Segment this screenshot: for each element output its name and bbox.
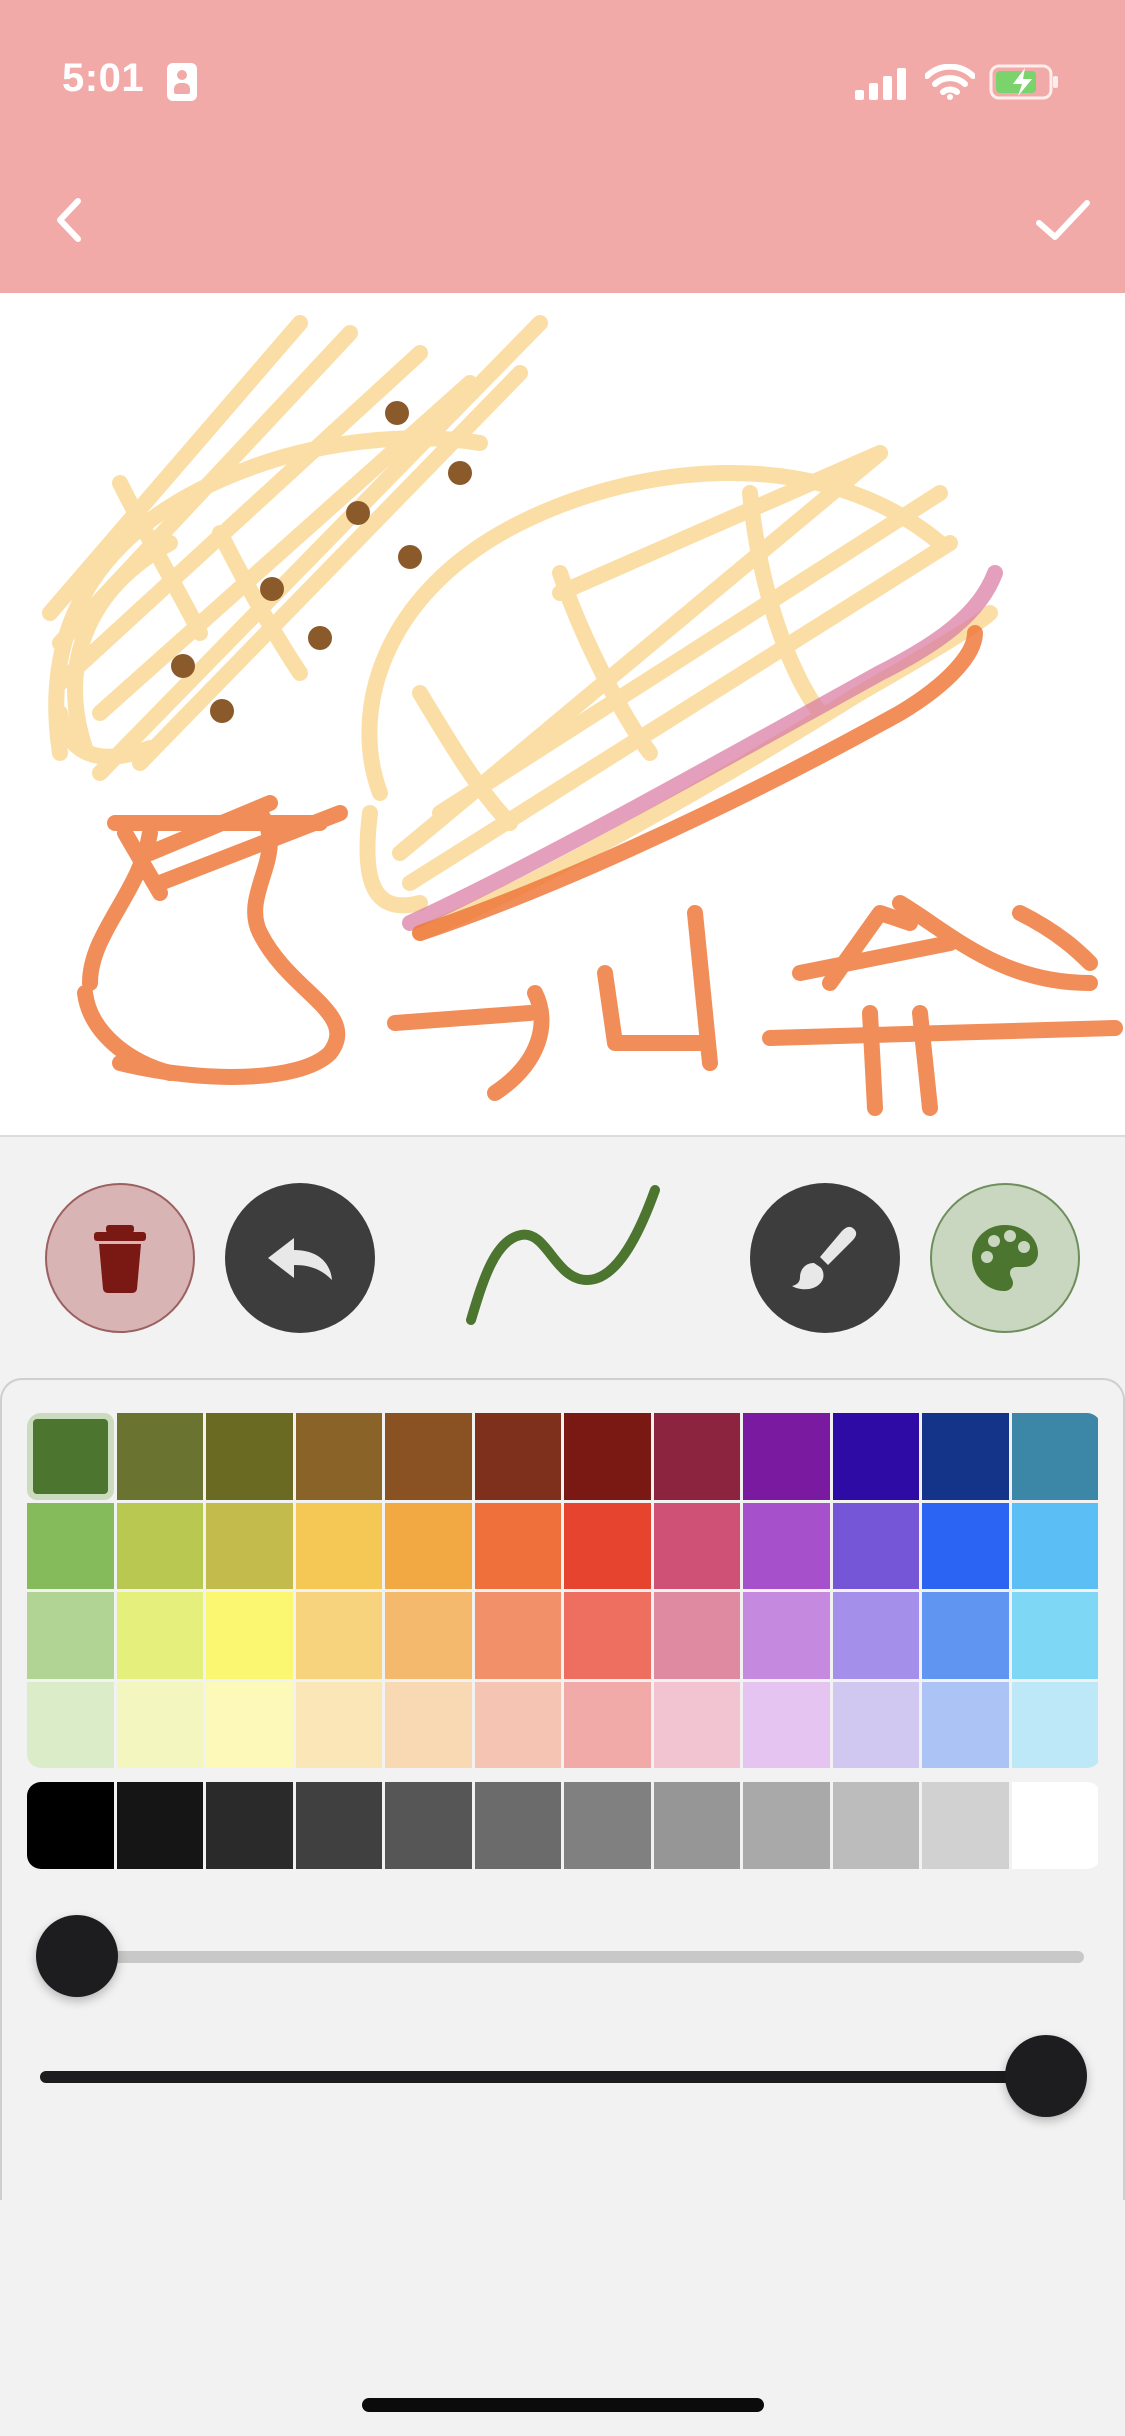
color-swatch[interactable] (1011, 1592, 1098, 1679)
color-swatch[interactable] (564, 1681, 651, 1768)
color-swatch[interactable] (743, 1681, 830, 1768)
drawing-canvas[interactable] (0, 293, 1125, 1137)
palette-button[interactable] (930, 1183, 1080, 1333)
size-slider-track[interactable] (40, 2071, 1080, 2083)
gray-swatch[interactable] (1011, 1782, 1098, 1869)
color-swatch[interactable] (1011, 1413, 1098, 1500)
color-swatch[interactable] (1011, 1502, 1098, 1589)
color-swatch[interactable] (474, 1413, 561, 1500)
color-swatch[interactable] (206, 1592, 293, 1679)
back-button[interactable] (30, 180, 110, 260)
color-swatch[interactable] (295, 1681, 382, 1768)
palette-icon (972, 1225, 1038, 1291)
gray-swatch[interactable] (832, 1782, 919, 1869)
gray-swatch[interactable] (27, 1782, 114, 1869)
home-indicator (362, 2398, 764, 2412)
color-swatch[interactable] (653, 1592, 740, 1679)
gray-swatch[interactable] (295, 1782, 382, 1869)
color-swatch[interactable] (564, 1502, 651, 1589)
color-swatch[interactable] (27, 1592, 114, 1679)
trash-icon (94, 1225, 146, 1293)
color-swatch[interactable] (385, 1502, 472, 1589)
color-swatch[interactable] (474, 1592, 561, 1679)
brush-button[interactable] (750, 1183, 900, 1333)
color-swatch[interactable] (743, 1502, 830, 1589)
color-swatch[interactable] (743, 1592, 830, 1679)
color-swatch[interactable] (653, 1502, 740, 1589)
color-grid (27, 1413, 1101, 1768)
color-swatch[interactable] (27, 1502, 114, 1589)
status-indicators (845, 60, 1085, 104)
stroke-preview (466, 1185, 660, 1325)
color-swatch[interactable] (474, 1502, 561, 1589)
undo-button[interactable] (225, 1183, 375, 1333)
color-swatch[interactable] (832, 1413, 919, 1500)
gray-swatch[interactable] (922, 1782, 1009, 1869)
color-swatch[interactable] (564, 1592, 651, 1679)
color-swatch[interactable] (653, 1681, 740, 1768)
color-swatch[interactable] (295, 1413, 382, 1500)
color-swatch[interactable] (295, 1592, 382, 1679)
color-swatch[interactable] (116, 1413, 203, 1500)
color-swatch[interactable] (743, 1413, 830, 1500)
color-swatch[interactable] (564, 1413, 651, 1500)
color-swatch[interactable] (474, 1681, 561, 1768)
delete-button[interactable] (45, 1183, 195, 1333)
color-swatch[interactable] (27, 1413, 114, 1500)
wifi-icon (925, 64, 975, 100)
color-swatch[interactable] (922, 1592, 1009, 1679)
color-swatch[interactable] (206, 1413, 293, 1500)
gray-swatch[interactable] (564, 1782, 651, 1869)
grayscale-row (27, 1782, 1101, 1869)
top-bar: 5:01 (0, 0, 1125, 293)
color-swatch[interactable] (922, 1413, 1009, 1500)
color-swatch[interactable] (385, 1413, 472, 1500)
color-swatch[interactable] (116, 1592, 203, 1679)
color-swatch[interactable] (832, 1592, 919, 1679)
battery-charging-icon (989, 64, 1058, 100)
color-swatch[interactable] (116, 1681, 203, 1768)
gray-swatch[interactable] (474, 1782, 561, 1869)
signal-icon (855, 68, 906, 100)
gray-swatch[interactable] (206, 1782, 293, 1869)
person-badge-icon (167, 63, 197, 101)
color-swatch[interactable] (922, 1681, 1009, 1768)
gray-swatch[interactable] (385, 1782, 472, 1869)
color-swatch[interactable] (206, 1502, 293, 1589)
confirm-button[interactable] (1023, 180, 1103, 260)
opacity-slider-thumb[interactable] (36, 1915, 118, 1997)
color-swatch[interactable] (385, 1592, 472, 1679)
color-swatch[interactable] (385, 1681, 472, 1768)
color-swatch[interactable] (295, 1502, 382, 1589)
gray-swatch[interactable] (653, 1782, 740, 1869)
color-swatch[interactable] (653, 1413, 740, 1500)
color-swatch[interactable] (206, 1681, 293, 1768)
drawing-strokes (42, 315, 1123, 1116)
gray-swatch[interactable] (743, 1782, 830, 1869)
gray-swatch[interactable] (116, 1782, 203, 1869)
undo-icon (268, 1238, 332, 1280)
color-swatch[interactable] (832, 1681, 919, 1768)
chevron-left-icon (57, 198, 81, 242)
color-swatch[interactable] (832, 1502, 919, 1589)
color-swatch[interactable] (1011, 1681, 1098, 1768)
color-swatch[interactable] (116, 1502, 203, 1589)
status-time: 5:01 (62, 56, 145, 100)
brush-icon (792, 1226, 857, 1290)
checkmark-icon (1036, 200, 1090, 240)
opacity-slider-track[interactable] (75, 1951, 1084, 1963)
color-swatch[interactable] (27, 1681, 114, 1768)
size-slider-thumb[interactable] (1005, 2035, 1087, 2117)
color-swatch[interactable] (922, 1502, 1009, 1589)
